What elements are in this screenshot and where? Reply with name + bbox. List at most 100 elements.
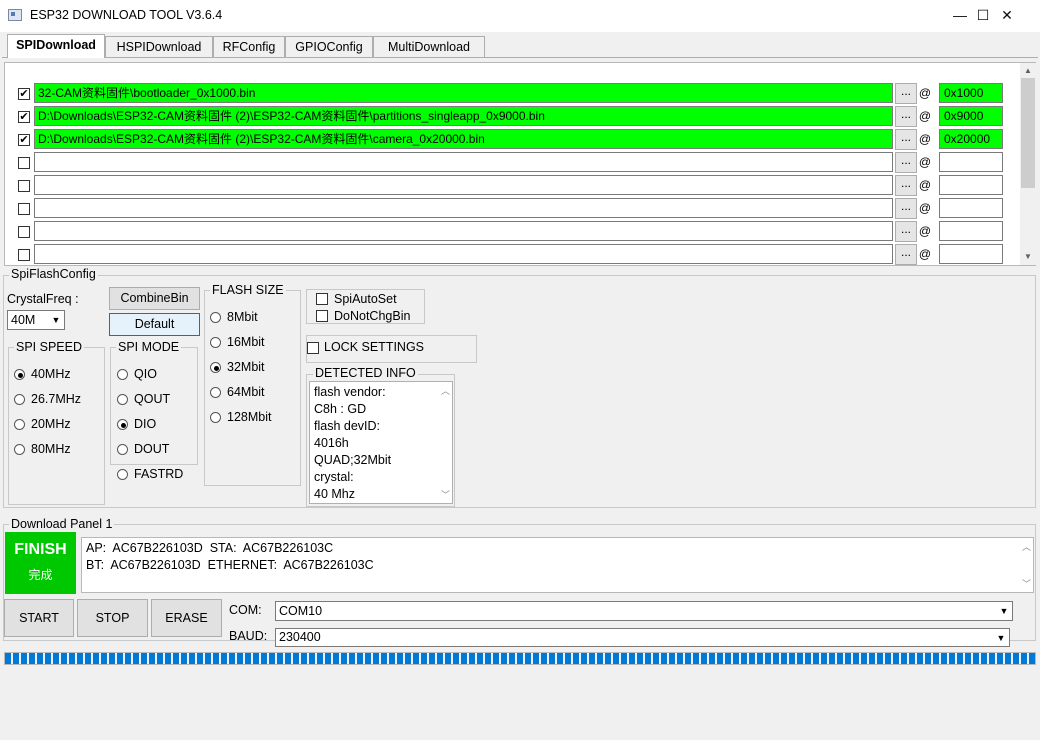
file-path-input[interactable] bbox=[34, 175, 893, 195]
file-path-input[interactable] bbox=[34, 244, 893, 264]
flash-size-radio-8mbit[interactable] bbox=[210, 312, 221, 323]
crystal-freq-select[interactable]: 40M ▼ bbox=[7, 310, 65, 330]
stop-button[interactable]: STOP bbox=[77, 599, 148, 637]
spi-mode-radio-dio[interactable] bbox=[117, 419, 128, 430]
file-path-input[interactable]: D:\Downloads\ESP32-CAM资料固件 (2)\ESP32-CAM… bbox=[34, 106, 893, 126]
crystal-freq-label: CrystalFreq : bbox=[7, 292, 79, 306]
chevron-down-icon: ▼ bbox=[999, 606, 1009, 616]
file-path-input[interactable]: D:\Downloads\ESP32-CAM资料固件 (2)\ESP32-CAM… bbox=[34, 129, 893, 149]
app-icon bbox=[8, 9, 22, 21]
flash-address-input[interactable]: 0x1000 bbox=[939, 83, 1003, 103]
at-symbol: @ bbox=[918, 109, 932, 123]
at-symbol: @ bbox=[918, 201, 932, 215]
tab-hspidownload[interactable]: HSPIDownload bbox=[105, 36, 213, 57]
flash-address-input[interactable] bbox=[939, 175, 1003, 195]
file-row-checkbox[interactable] bbox=[18, 249, 30, 261]
browse-button[interactable]: ... bbox=[895, 221, 917, 242]
combine-bin-button[interactable]: CombineBin bbox=[109, 287, 200, 310]
file-row-checkbox[interactable] bbox=[18, 157, 30, 169]
browse-button[interactable]: ... bbox=[895, 175, 917, 196]
file-row-checkbox[interactable]: ✔ bbox=[18, 134, 30, 146]
flash-size-radio-64mbit[interactable] bbox=[210, 387, 221, 398]
spi-speed-radio-80mhz[interactable] bbox=[14, 444, 25, 455]
detected-info-line: crystal: bbox=[314, 470, 354, 484]
crystal-freq-value: 40M bbox=[11, 313, 36, 327]
flash-size-radio-16mbit[interactable] bbox=[210, 337, 221, 348]
browse-button[interactable]: ... bbox=[895, 129, 917, 150]
mac-info-line-2: BT: AC67B226103D ETHERNET: AC67B226103C bbox=[86, 558, 374, 572]
flash-size-radio-32mbit[interactable] bbox=[210, 362, 221, 373]
mac-info-line-1: AP: AC67B226103D STA: AC67B226103C bbox=[86, 541, 334, 555]
spi-mode-radio-qio[interactable] bbox=[117, 369, 128, 380]
close-button[interactable]: ✕ bbox=[984, 0, 1030, 31]
flash-address-input[interactable]: 0x9000 bbox=[939, 106, 1003, 126]
start-button[interactable]: START bbox=[4, 599, 74, 637]
browse-button[interactable]: ... bbox=[895, 198, 917, 219]
scroll-up-icon[interactable]: ▲ bbox=[1020, 66, 1036, 75]
tab-spidownload[interactable]: SPIDownload bbox=[7, 34, 105, 58]
spi-mode-option-label: QOUT bbox=[134, 392, 171, 406]
tab-gpioconfig[interactable]: GPIOConfig bbox=[285, 36, 373, 57]
flash-size-radio-128mbit[interactable] bbox=[210, 412, 221, 423]
file-path-input[interactable] bbox=[34, 152, 893, 172]
flash-address-input[interactable] bbox=[939, 152, 1003, 172]
spi-mode-option-label: QIO bbox=[134, 367, 157, 381]
flash-address-input[interactable] bbox=[939, 244, 1003, 264]
lock-settings-checkbox[interactable] bbox=[307, 342, 319, 354]
detected-info-line: flash devID: bbox=[314, 419, 381, 433]
browse-button[interactable]: ... bbox=[895, 152, 917, 173]
spi-speed-radio-40mhz[interactable] bbox=[14, 369, 25, 380]
flash-address-input[interactable] bbox=[939, 198, 1003, 218]
com-port-value: COM10 bbox=[279, 604, 323, 618]
default-button[interactable]: Default bbox=[109, 313, 200, 336]
file-row-checkbox[interactable] bbox=[18, 180, 30, 192]
flash-size-option-label: 32Mbit bbox=[227, 360, 265, 374]
browse-button[interactable]: ... bbox=[895, 83, 917, 104]
mac-scroll-up-icon[interactable]: ︿ bbox=[1022, 540, 1031, 553]
file-path-input[interactable]: 32-CAM资料固件\bootloader_0x1000.bin bbox=[34, 83, 893, 103]
spi-mode-option-label: DIO bbox=[134, 417, 157, 431]
do-not-chg-bin-checkbox[interactable] bbox=[316, 310, 328, 322]
flash-address-input[interactable] bbox=[939, 221, 1003, 241]
detected-info-textarea[interactable]: flash vendor: C8h : GD flash devID: 4016h QU… bbox=[309, 381, 453, 504]
spi-mode-label: SPI MODE bbox=[116, 340, 182, 354]
scroll-down-icon[interactable]: ▼ bbox=[1020, 252, 1036, 261]
download-panel-label: Download Panel 1 bbox=[9, 517, 115, 531]
flash-address-input[interactable]: 0x20000 bbox=[939, 129, 1003, 149]
mac-scroll-down-icon[interactable]: ﹀ bbox=[1022, 577, 1031, 590]
scrollbar-thumb[interactable] bbox=[1021, 78, 1035, 188]
baud-rate-select[interactable]: 230400 ▼ bbox=[275, 628, 1010, 647]
com-port-select[interactable]: COM10 ▼ bbox=[275, 601, 1013, 621]
file-path-input[interactable] bbox=[34, 198, 893, 218]
spi-mode-radio-qout[interactable] bbox=[117, 394, 128, 405]
tab-rfconfig[interactable]: RFConfig bbox=[213, 36, 285, 57]
file-path-input[interactable] bbox=[34, 221, 893, 241]
info-scroll-up-icon[interactable]: ︿ bbox=[441, 384, 450, 397]
browse-button[interactable]: ... bbox=[895, 106, 917, 127]
file-row-checkbox[interactable]: ✔ bbox=[18, 88, 30, 100]
at-symbol: @ bbox=[918, 224, 932, 238]
at-symbol: @ bbox=[918, 247, 932, 261]
file-row-checkbox[interactable] bbox=[18, 226, 30, 238]
spi-mode-radio-dout[interactable] bbox=[117, 444, 128, 455]
erase-button[interactable]: ERASE bbox=[151, 599, 222, 637]
spi-speed-option-label: 26.7MHz bbox=[31, 392, 82, 406]
com-label: COM: bbox=[229, 603, 262, 617]
file-row-checkbox[interactable]: ✔ bbox=[18, 111, 30, 123]
spi-auto-set-checkbox[interactable] bbox=[316, 293, 328, 305]
spi-mode-radio-fastrd[interactable] bbox=[117, 469, 128, 480]
at-symbol: @ bbox=[918, 132, 932, 146]
mac-info-box[interactable]: AP: AC67B226103D STA: AC67B226103C BT: A… bbox=[81, 537, 1034, 593]
browse-button[interactable]: ... bbox=[895, 244, 917, 265]
flash-size-option-label: 8Mbit bbox=[227, 310, 258, 324]
spi-speed-radio-267mhz[interactable] bbox=[14, 394, 25, 405]
tab-multidownload[interactable]: MultiDownload bbox=[373, 36, 485, 57]
spi-speed-radio-20mhz[interactable] bbox=[14, 419, 25, 430]
tab-strip-border bbox=[2, 57, 1038, 58]
at-symbol: @ bbox=[918, 86, 932, 100]
spi-speed-option-label: 80MHz bbox=[31, 442, 71, 456]
file-row-checkbox[interactable] bbox=[18, 203, 30, 215]
detected-info-line: 4016h bbox=[314, 436, 349, 450]
detected-info-line: QUAD;32Mbit bbox=[314, 453, 392, 467]
info-scroll-down-icon[interactable]: ﹀ bbox=[441, 488, 450, 501]
